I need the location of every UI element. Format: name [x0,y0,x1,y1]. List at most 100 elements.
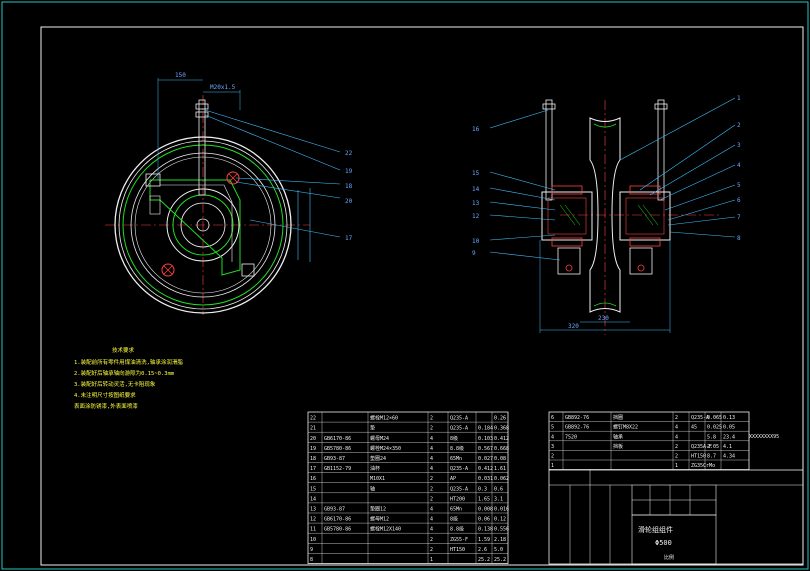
callout-13: 13 [472,200,480,207]
bom-left-cell-w1: 2.6 [478,547,487,553]
bom-right-cell-qty: 4 [675,434,678,440]
bom-right-cell-qty: 2 [675,415,678,421]
bom-left-cell-w1: 0.103 [478,436,493,442]
bom-left-cell-w2: 0.668 [494,446,509,452]
bom-left-cell-no: 16 [310,476,316,482]
callout-3: 3 [737,142,741,149]
bom-left-cell-code: GB93-87 [324,507,345,513]
bom-left-cell-w2: 25.2 [494,557,506,563]
bom-left-cell-w1: 25.2 [478,557,490,563]
bom-left-cell-name: 垫圈12 [370,506,386,513]
bom-right-cell-w1: 0.025 [707,425,722,431]
bom-left-cell-w1: 0.567 [478,446,493,452]
section-dim-width2: 320 [568,323,579,330]
callout-16: 16 [472,126,480,133]
bom-left-cell-mat: Q235-A [450,416,468,422]
cad-drawing: 150 M20x1.5 22 19 18 20 17 230 320 1 2 3… [1,1,809,570]
bom-left-cell-w2: 0.6 [494,486,503,492]
bom-left-cell-w1: 0.06 [478,517,490,523]
bom-left-cell-qty: 2 [430,547,433,553]
bom-left-cell-mat: 8级 [450,516,458,523]
bom-right-cell-qty: 1 [675,463,678,469]
bom-left-cell-no: 15 [310,486,316,492]
callout-9: 9 [472,250,476,257]
bom-left-cell-w1: 1.59 [478,537,490,543]
bom-left-cell-mat: Q235-A [450,426,468,432]
bom-left-cell-w1: 0.184 [478,426,493,432]
bom-left-cell-mat: ZG55-F [450,537,468,543]
callout-4: 4 [737,162,741,169]
bom-left-cell-mat: 8.8级 [450,526,464,533]
bom-right-cell-name: 挡圈 [613,414,623,421]
tech-req-line-4: 4.未注明尺寸按图纸要求 [74,391,136,399]
bom-left-cell-no: 12 [310,517,316,523]
tech-req-title: 技术要求 [112,346,135,354]
bom-right-cell-code: GB892-76 [565,425,589,431]
bom-left-cell-w1: 1.65 [478,496,490,502]
bom-left-cell-w2: 0.412 [494,436,509,442]
bom-left-cell-mat: 65Mn [450,456,462,462]
section-view [489,97,736,335]
callout-6: 6 [737,197,741,204]
bom-right-cell-name: 挡板 [613,443,623,450]
front-dim-top2: M20x1.5 [210,84,236,91]
bom-right-cell-mat: ZG35CrMo [691,463,715,469]
section-dim-width: 230 [598,315,609,322]
bom-right-cell-code: GB892-76 [565,415,589,421]
bom-left-cell-w2: 0.12 [494,517,506,523]
bom-left-cell-qty: 1 [430,557,433,563]
bom-left-cell-qty: 2 [430,537,433,543]
bom-left-cell-name: 垫 [370,425,375,432]
callout-10: 10 [472,238,480,245]
callout-1: 1 [737,95,741,102]
bom-left-cell-no: 20 [310,436,316,442]
bom-left-cell-w2: 5.0 [494,547,503,553]
bom-left-cell-name: 垫圈24 [370,455,386,462]
bom-left-cell-name: 螺母M24 [370,435,389,442]
bom-right-cell-w1: 8.7 [707,454,716,460]
bom-left-cell-mat: 8.8级 [450,445,464,452]
bom-right-cell-no: 2 [551,454,554,460]
bom-right-cell-qty: 2 [675,454,678,460]
bom-left-cell-no: 13 [310,507,316,513]
bom-left-cell-w1: 0.138 [478,527,493,533]
callout-8: 8 [737,235,741,242]
callout-14: 14 [472,186,480,193]
bom-right-cell-no: 6 [551,415,554,421]
bom-left-cell-code: GB6170-86 [324,517,351,523]
front-callout-17: 17 [345,235,353,242]
title-drawing-name: 滑轮组组件 [638,525,673,534]
bom-right-table: 6 GB892-76 挡圈 2 Q235-A0.065 0.135 GB892-76 螺钉M8… [548,411,750,470]
bom-left-cell-mat: HT150 [450,547,465,553]
bom-right-cell-w2: 4.1 [723,444,732,450]
bom-extra-code: XXXXXXXX95 [749,434,779,440]
bom-left-cell-qty: 4 [430,436,433,442]
bom-right-cell-mat: 45 [691,425,697,431]
bom-left-cell-w1: 0.3 [478,486,487,492]
title-spec: Φ500 [655,539,672,547]
front-dim-top: 150 [175,72,186,79]
bom-left-cell-name: 螺栓M12X140 [370,526,401,533]
bom-left-cell-w1: 0.031 [478,476,493,482]
bom-right-cell-name: 轴承 [613,433,623,440]
bom-left-cell-name: 油杯 [370,465,380,472]
bom-right-cell-no: 3 [551,444,554,450]
bom-left-cell-qty: 2 [430,416,433,422]
bom-left-cell-name: M10X1 [370,476,385,482]
bom-left-cell-mat: Q235-A [450,486,468,492]
bom-left-cell-w1: 0.027 [478,456,493,462]
title-sheet-label: 比例 [664,554,674,561]
bom-right-cell-w2: 4.34 [723,454,735,460]
front-callout-18: 18 [345,183,353,190]
callout-5: 5 [737,182,741,189]
bom-left-cell-qty: 2 [430,496,433,502]
bom-left-cell-w1: 0.008 [478,507,493,513]
bom-left-cell-qty: 4 [430,507,433,513]
bom-left-cell-no: 10 [310,537,316,543]
bom-left-cell-mat: Q235-A [450,466,468,472]
bom-right-cell-w1: 5.8 [707,434,716,440]
title-block [548,469,804,565]
bom-right-cell-w2: 0.05 [723,425,735,431]
bom-left-cell-w2: 1.61 [494,466,506,472]
bom-left-cell-qty: 4 [430,527,433,533]
